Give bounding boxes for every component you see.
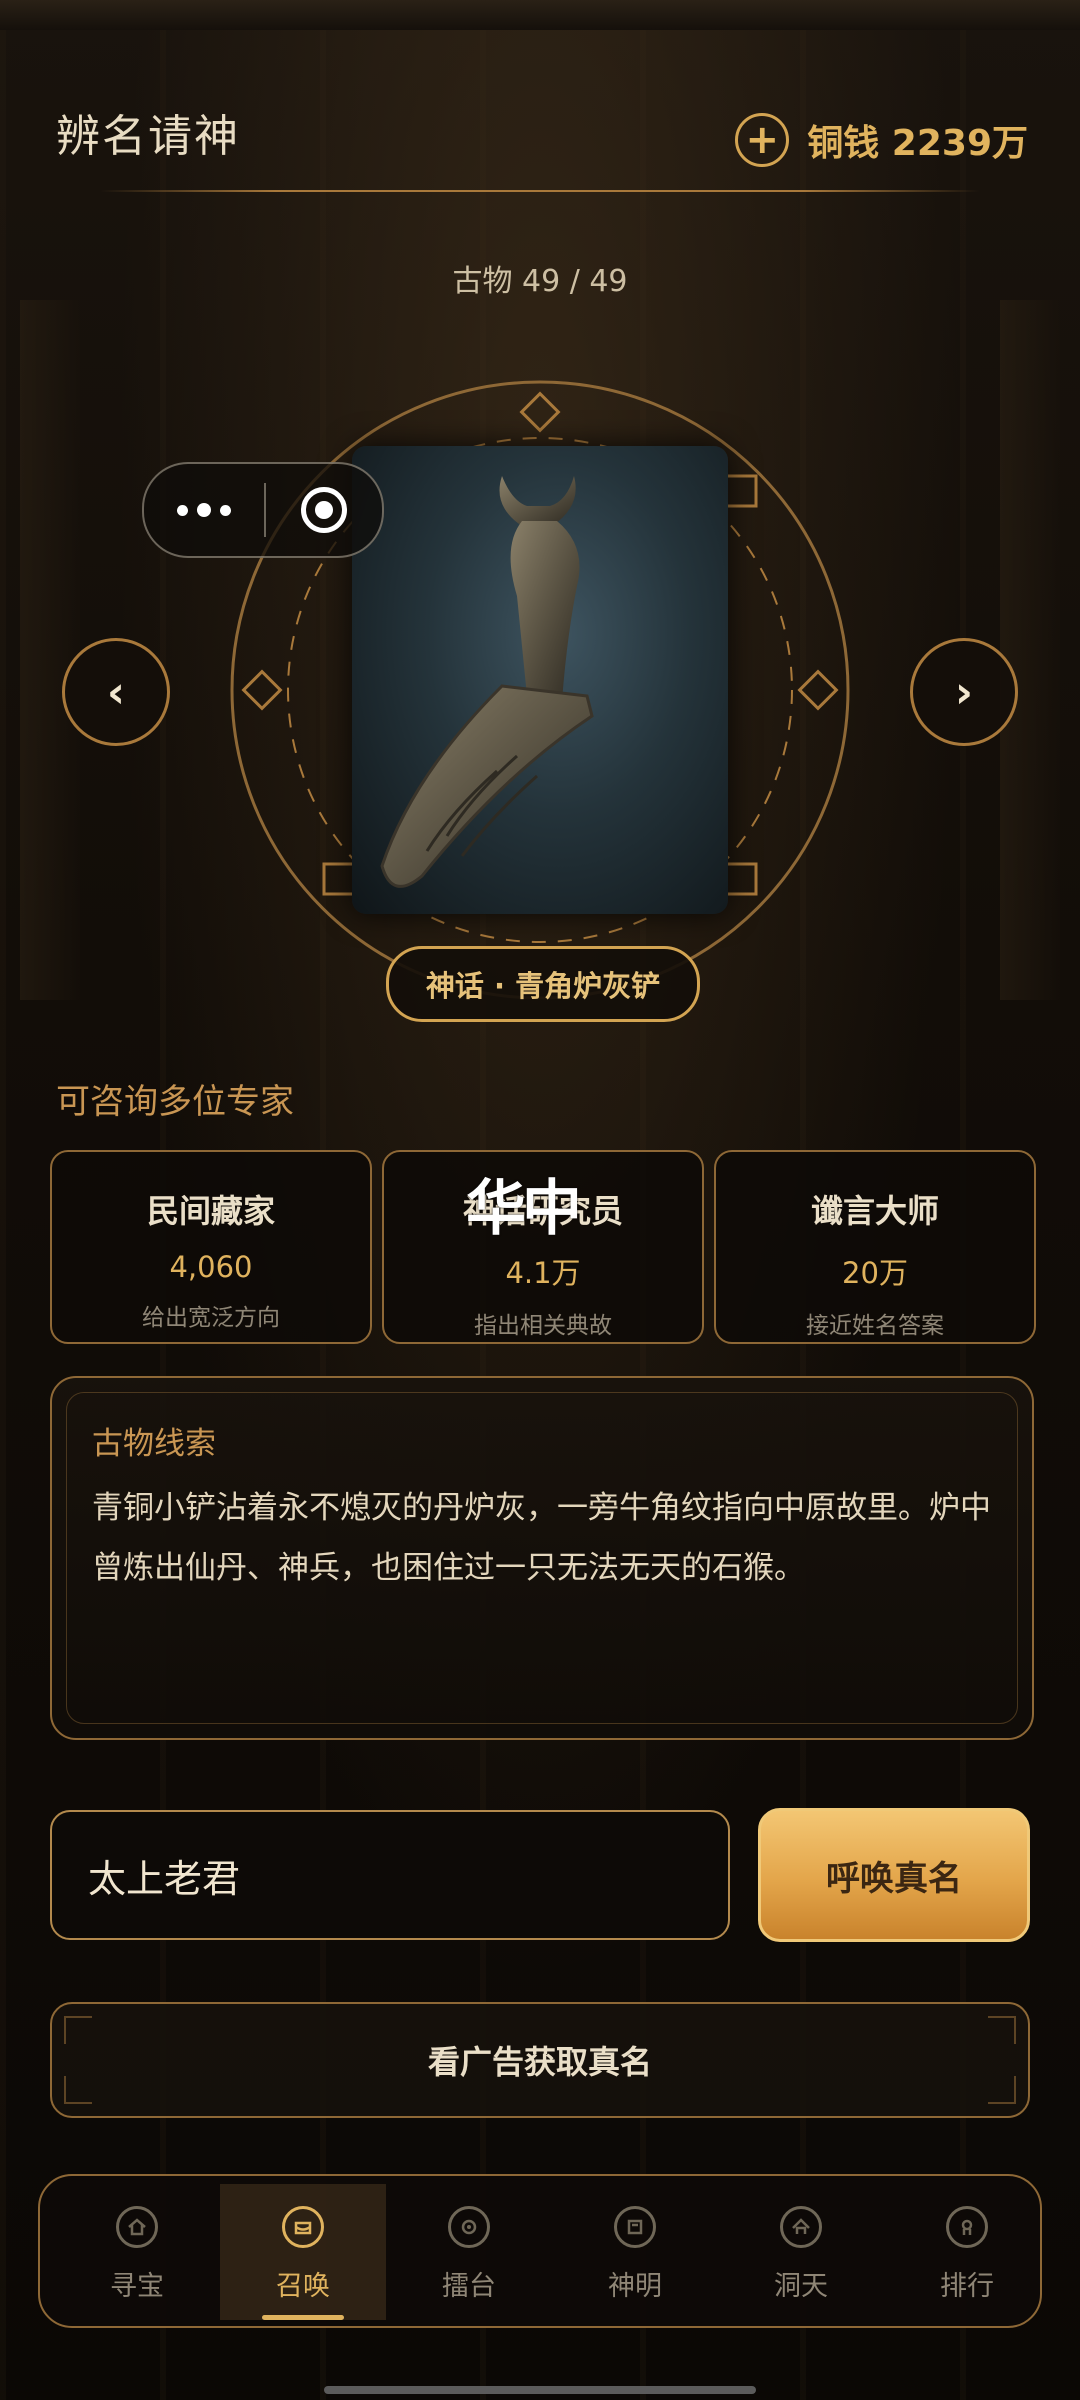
overlay-glyph-text: 华中 [466,1174,582,1244]
dot-icon [220,504,231,516]
status-bar [0,0,1080,30]
tab-ranking[interactable]: 排行 [884,2184,1050,2320]
corner-ornament [988,2016,1016,2044]
currency-label: 铜钱 [807,123,880,164]
chevron-right-icon: › [954,666,974,718]
tab-treasure[interactable]: 寻宝 [54,2184,220,2320]
watch-ad-button[interactable]: 看广告获取真名 [50,2002,1030,2118]
dot-icon [197,503,211,517]
relic-counter: 古物 49 / 49 [452,264,628,299]
add-currency-button[interactable]: + [735,113,790,167]
bottom-tab-bar: 寻宝 召唤 擂台 神明 洞天 排行 [38,2174,1042,2328]
tab-cave-heaven[interactable]: 洞天 [718,2184,884,2320]
clue-title: 古物线索 [92,1426,216,1462]
background-pillar-right [1000,300,1060,1000]
bronze-shovel-icon [380,476,594,888]
tab-label: 擂台 [442,2271,496,2302]
next-relic-button[interactable]: › [910,638,1018,746]
target-icon [301,487,347,533]
currency-display: + 铜钱 2239万 [735,110,1028,170]
experts-section-title: 可咨询多位专家 [56,1082,294,1122]
currency-value: 2239万 [891,123,1028,164]
page-title: 辨名请神 [56,111,240,162]
true-name-input[interactable]: 太上老君 [50,1810,730,1940]
expert-title: 谶言大师 [810,1192,939,1230]
watch-ad-label: 看广告获取真名 [427,2043,652,2081]
expert-title: 民间藏家 [146,1192,275,1230]
tab-arena[interactable]: 擂台 [386,2184,552,2320]
expert-price: 4.1万 [505,1256,581,1290]
currency-text: 铜钱 2239万 [807,114,1028,166]
tab-label: 召唤 [276,2271,330,2302]
miniprogram-capsule [142,462,384,558]
expert-desc: 给出宽泛方向 [142,1305,280,1331]
expert-price: 20万 [842,1256,908,1290]
tab-deity[interactable]: 神明 [552,2184,718,2320]
expert-desc: 接近姓名答案 [806,1313,944,1339]
expert-desc: 指出相关典故 [474,1313,612,1339]
relic-image [352,446,728,914]
expert-price: 4,060 [169,1250,253,1284]
chevron-left-icon: ‹ [106,666,126,718]
relic-name-badge: 神话 · 青角炉灰铲 [386,946,700,1022]
more-options-button[interactable] [144,464,264,556]
tab-label: 寻宝 [110,2271,164,2302]
header-divider [100,190,980,192]
tab-label: 神明 [608,2271,662,2302]
cave-heaven-icon [780,2206,822,2248]
prev-relic-button[interactable]: ‹ [62,638,170,746]
treasure-icon [116,2206,158,2248]
corner-ornament [64,2016,92,2044]
tab-label: 洞天 [774,2271,828,2302]
active-tab-indicator [262,2315,344,2320]
home-indicator[interactable] [324,2386,756,2394]
deity-icon [614,2206,656,2248]
corner-ornament [64,2076,92,2104]
relic-clue-panel: 古物线索 青铜小铲沾着永不熄灭的丹炉灰，一旁牛角纹指向中原故里。炉中曾炼出仙丹、… [50,1376,1034,1740]
tab-summon[interactable]: 召唤 [220,2184,386,2320]
summon-icon [282,2206,324,2248]
clue-text: 青铜小铲沾着永不熄灭的丹炉灰，一旁牛角纹指向中原故里。炉中曾炼出仙丹、神兵，也困… [92,1490,991,1586]
expert-card-prophet[interactable]: 谶言大师 20万 接近姓名答案 [714,1150,1036,1344]
dot-icon [177,504,188,516]
expert-card-collector[interactable]: 民间藏家 4,060 给出宽泛方向 [50,1150,372,1344]
corner-ornament [988,2076,1016,2104]
arena-icon [448,2206,490,2248]
close-miniprogram-button[interactable] [266,487,382,533]
tab-label: 排行 [940,2271,994,2302]
background-pillar-left [20,300,80,1000]
summon-true-name-button[interactable]: 呼唤真名 [758,1808,1030,1942]
ranking-icon [946,2206,988,2248]
